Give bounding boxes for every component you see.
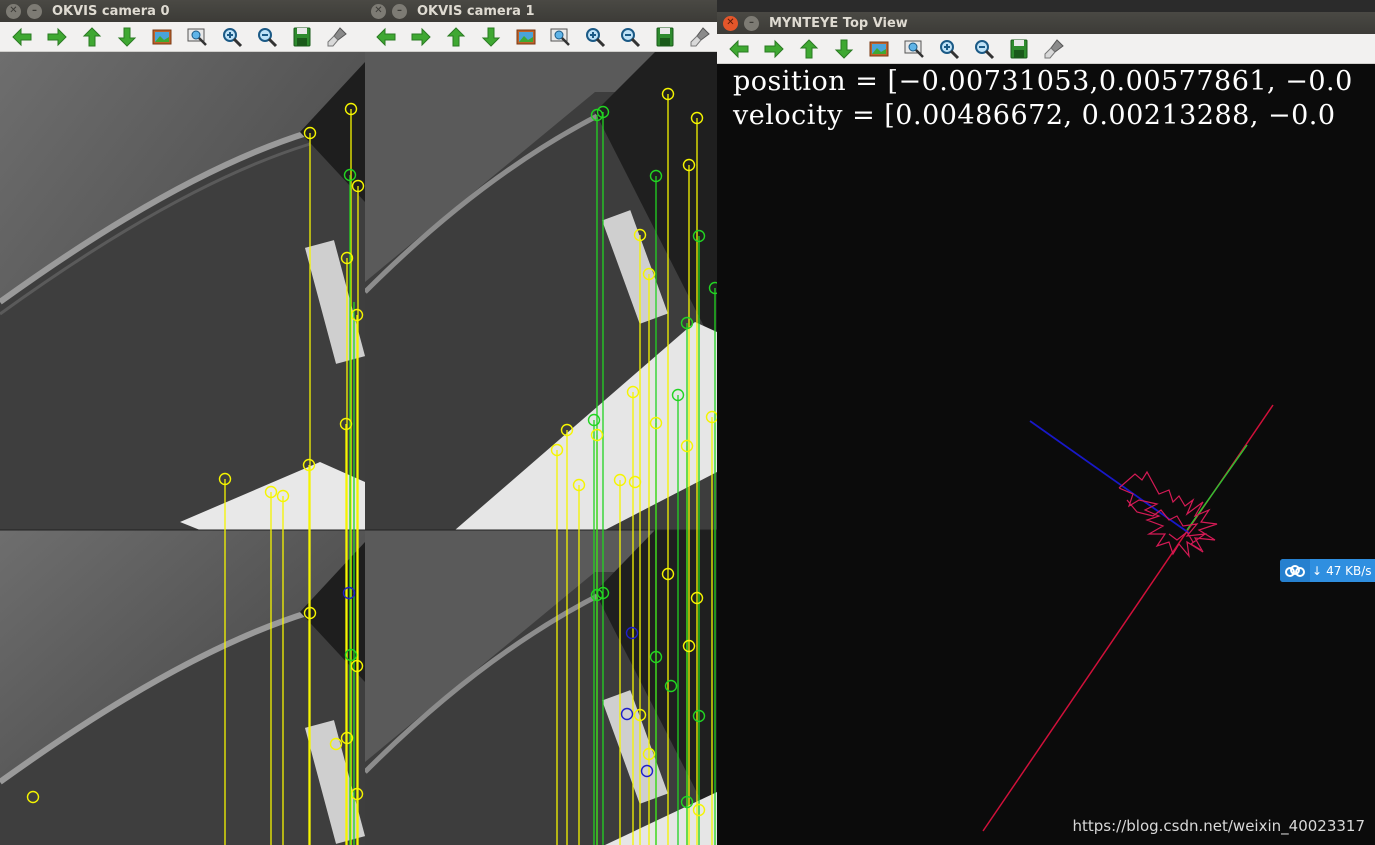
toolbar: [717, 34, 1375, 64]
close-icon[interactable]: ✕: [723, 15, 738, 31]
toolbar: [0, 22, 365, 52]
arrow-down-icon: [117, 27, 136, 47]
zoom-in-button[interactable]: [931, 35, 966, 63]
arrow-up-icon: [799, 38, 818, 58]
arrow-left-icon: [376, 27, 396, 46]
toolbar: [365, 22, 717, 52]
brush-button[interactable]: [1036, 35, 1071, 63]
arrow-right-button[interactable]: [756, 35, 791, 63]
zoom-out-button[interactable]: [249, 23, 284, 51]
download-speed: 47 KB/s: [1326, 563, 1372, 578]
zoom-out-icon: [974, 39, 994, 59]
window-title: OKVIS camera 1: [417, 3, 535, 19]
arrow-right-button[interactable]: [404, 23, 439, 51]
window-okvis-camera-1: ✕ – OKVIS camera 1: [365, 0, 717, 845]
save-icon: [293, 27, 310, 46]
zoom-in-button[interactable]: [214, 23, 249, 51]
arrow-left-icon: [11, 27, 31, 46]
arrow-left-button[interactable]: [721, 35, 756, 63]
arrow-right-icon: [411, 27, 431, 46]
image-button[interactable]: [144, 23, 179, 51]
zoom-fit-button[interactable]: [179, 23, 214, 51]
arrow-right-icon: [764, 39, 784, 58]
image-icon: [152, 29, 171, 44]
save-button[interactable]: [284, 23, 319, 51]
arrow-down-button[interactable]: [109, 23, 144, 51]
arrow-up-button[interactable]: [791, 35, 826, 63]
zoom-out-icon: [257, 27, 277, 47]
arrow-down-icon: [834, 39, 853, 59]
watermark: https://blog.csdn.net/weixin_40023317: [1072, 817, 1365, 835]
download-arrow-icon: ↓: [1312, 563, 1323, 578]
arrow-left-button[interactable]: [369, 23, 404, 51]
zoom-fit-icon: [904, 40, 924, 58]
zoom-out-button[interactable]: [966, 35, 1001, 63]
close-icon[interactable]: ✕: [371, 3, 386, 19]
brush-icon: [690, 26, 710, 46]
arrow-up-button[interactable]: [74, 23, 109, 51]
titlebar: ✕ – MYNTEYE Top View: [717, 12, 1375, 34]
camera-image-view[interactable]: [0, 52, 365, 845]
window-okvis-camera-0: ✕ – OKVIS camera 0: [0, 0, 365, 845]
zoom-in-icon: [586, 27, 606, 47]
zoom-fit-icon: [550, 28, 571, 46]
window-title: OKVIS camera 0: [52, 3, 170, 19]
zoom-in-button[interactable]: [578, 23, 613, 51]
arrow-left-button[interactable]: [4, 23, 39, 51]
titlebar: ✕ – OKVIS camera 0: [0, 0, 365, 22]
brush-button[interactable]: [682, 23, 717, 51]
top-view-canvas[interactable]: position = [−0.00731053,0.00577861, −0.0…: [717, 64, 1375, 845]
image-button[interactable]: [861, 35, 896, 63]
trajectory-path: [1118, 470, 1218, 559]
feature-match-canvas: [365, 52, 717, 845]
zoom-fit-button[interactable]: [896, 35, 931, 63]
arrow-up-icon: [446, 26, 466, 46]
zoom-out-button[interactable]: [613, 23, 648, 51]
image-icon: [869, 41, 888, 56]
image-button[interactable]: [508, 23, 543, 51]
feature-match-canvas: [0, 52, 365, 845]
close-icon[interactable]: ✕: [6, 3, 21, 19]
arrow-up-icon: [82, 26, 101, 46]
save-button[interactable]: [647, 23, 682, 51]
trajectory-plot: [982, 404, 1274, 832]
arrow-down-icon: [481, 27, 500, 47]
arrow-down-button[interactable]: [473, 23, 508, 51]
image-icon: [516, 29, 536, 44]
zoom-in-icon: [222, 27, 242, 47]
camera-image-view[interactable]: [365, 52, 717, 845]
minimize-icon[interactable]: –: [392, 3, 407, 19]
axis-z-line: [1186, 444, 1248, 531]
zoom-fit-icon: [187, 28, 207, 46]
arrow-left-icon: [728, 39, 748, 58]
brush-icon: [327, 26, 347, 46]
save-icon: [656, 27, 674, 46]
zoom-in-icon: [939, 39, 959, 59]
network-speed-widget[interactable]: ↓ 47 KB/s: [1280, 559, 1375, 582]
minimize-icon[interactable]: –: [27, 3, 42, 19]
save-button[interactable]: [1001, 35, 1036, 63]
minimize-icon[interactable]: –: [744, 15, 759, 31]
titlebar: ✕ – OKVIS camera 1: [365, 0, 717, 22]
save-icon: [1010, 39, 1027, 58]
window-title: MYNTEYE Top View: [769, 15, 908, 31]
arrow-right-button[interactable]: [39, 23, 74, 51]
axis-y-line: [1029, 420, 1190, 534]
brush-icon: [1044, 38, 1064, 58]
arrow-up-button[interactable]: [439, 23, 474, 51]
cloud-icon: [1280, 559, 1310, 582]
window-mynteye-top-view: ✕ – MYNTEYE Top View position = [−0.0073…: [717, 12, 1375, 845]
zoom-fit-button[interactable]: [543, 23, 578, 51]
arrow-down-button[interactable]: [826, 35, 861, 63]
brush-button[interactable]: [319, 23, 354, 51]
zoom-out-icon: [620, 27, 641, 47]
arrow-right-icon: [47, 27, 67, 46]
